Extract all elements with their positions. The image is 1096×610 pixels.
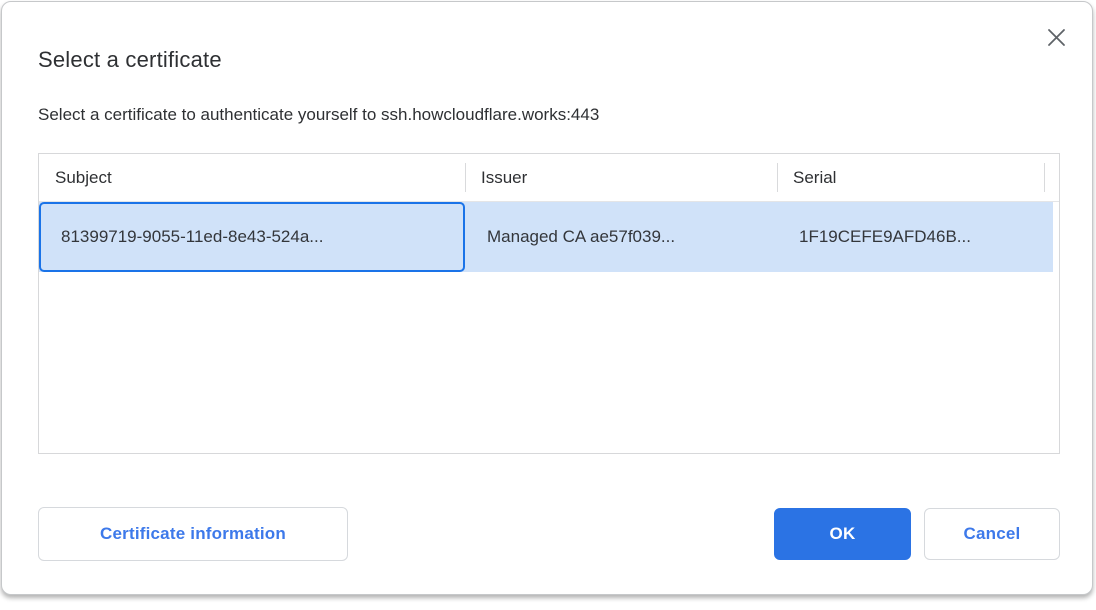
column-header-issuer[interactable]: Issuer (465, 154, 777, 201)
dialog-subtitle: Select a certificate to authenticate you… (38, 105, 599, 125)
dialog-title: Select a certificate (38, 47, 222, 73)
certificate-information-button[interactable]: Certificate information (38, 507, 348, 561)
close-button[interactable] (1040, 21, 1072, 53)
certificate-issuer-cell[interactable]: Managed CA ae57f039... (465, 202, 777, 272)
certificate-subject-cell[interactable]: 81399719-9055-11ed-8e43-524a... (39, 202, 465, 272)
close-icon (1047, 28, 1066, 47)
certificate-row[interactable]: 81399719-9055-11ed-8e43-524a... Managed … (39, 202, 1053, 272)
select-certificate-dialog: Select a certificate Select a certificat… (1, 1, 1093, 595)
ok-button[interactable]: OK (774, 508, 911, 560)
certificate-table: Subject Issuer Serial 81399719-9055-11ed… (38, 153, 1060, 454)
certificate-serial-cell[interactable]: 1F19CEFE9AFD46B... (777, 202, 1044, 272)
column-header-subject[interactable]: Subject (39, 154, 465, 201)
cancel-button[interactable]: Cancel (924, 508, 1060, 560)
column-header-serial[interactable]: Serial (777, 154, 1044, 201)
table-header-gutter (1044, 154, 1059, 201)
table-header-row: Subject Issuer Serial (39, 154, 1059, 202)
